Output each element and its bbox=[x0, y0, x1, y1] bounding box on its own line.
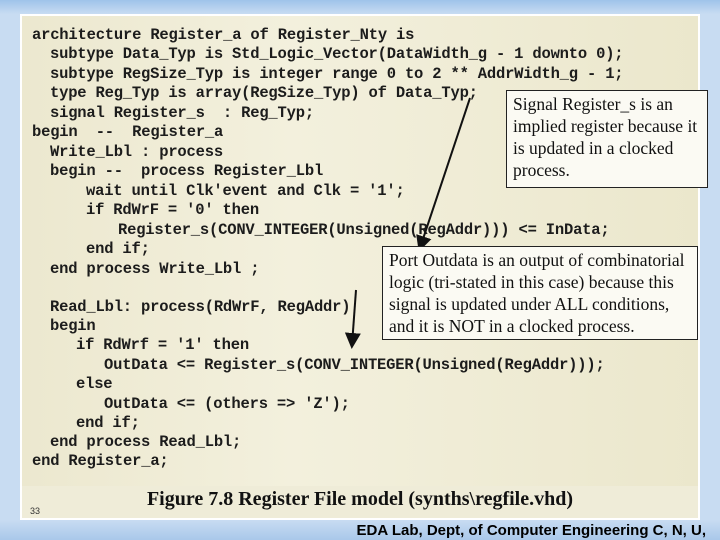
figure-caption: Figure 7.8 Register File model (synths\r… bbox=[146, 488, 574, 510]
callout-outdata: Port Outdata is an output of combinatori… bbox=[382, 246, 698, 340]
page-number: 33 bbox=[30, 506, 41, 516]
arrow-to-outdata bbox=[344, 289, 361, 349]
footer-text: EDA Lab, Dept, of Computer Engineering C… bbox=[356, 522, 706, 539]
arrow-to-register-s bbox=[416, 97, 471, 252]
callout-register-s: Signal Register_s is an implied register… bbox=[506, 90, 708, 188]
